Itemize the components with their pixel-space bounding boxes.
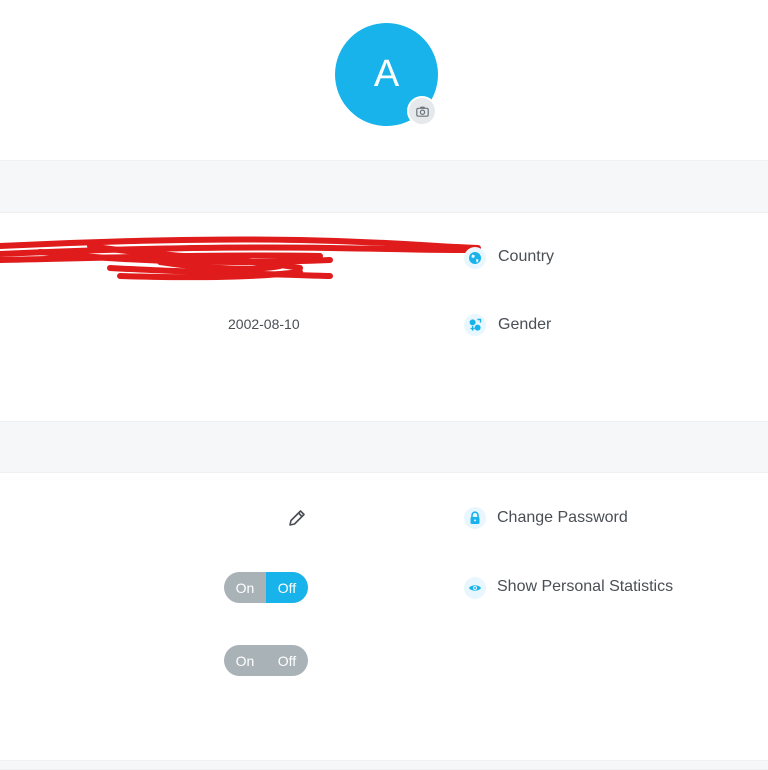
toggle-off-option[interactable]: Off xyxy=(266,645,308,676)
avatar-container: A xyxy=(335,23,438,126)
redaction-scribble xyxy=(0,236,481,281)
show-personal-statistics-label: Show Personal Statistics xyxy=(497,578,674,595)
section-header-security xyxy=(0,421,768,473)
toggle-off-option[interactable]: Off xyxy=(266,572,308,603)
pencil-icon[interactable] xyxy=(286,507,308,529)
secondary-toggle[interactable]: On Off xyxy=(224,645,308,676)
avatar-initial: A xyxy=(373,53,400,95)
gender-icon xyxy=(464,314,486,336)
birthdate-value: 2002-08-10 xyxy=(228,316,300,332)
section-header-footer xyxy=(0,760,768,770)
eye-icon xyxy=(464,577,486,599)
globe-icon xyxy=(464,247,486,269)
gender-label: Gender xyxy=(498,316,552,333)
toggle-on-option[interactable]: On xyxy=(224,572,266,603)
section-header-personal xyxy=(0,160,768,213)
country-label: Country xyxy=(498,248,555,265)
camera-icon[interactable] xyxy=(407,96,437,126)
lock-icon xyxy=(464,507,486,529)
change-password-label[interactable]: Change Password xyxy=(497,509,628,527)
toggle-on-option[interactable]: On xyxy=(224,645,266,676)
statistics-toggle[interactable]: On Off xyxy=(224,572,308,603)
